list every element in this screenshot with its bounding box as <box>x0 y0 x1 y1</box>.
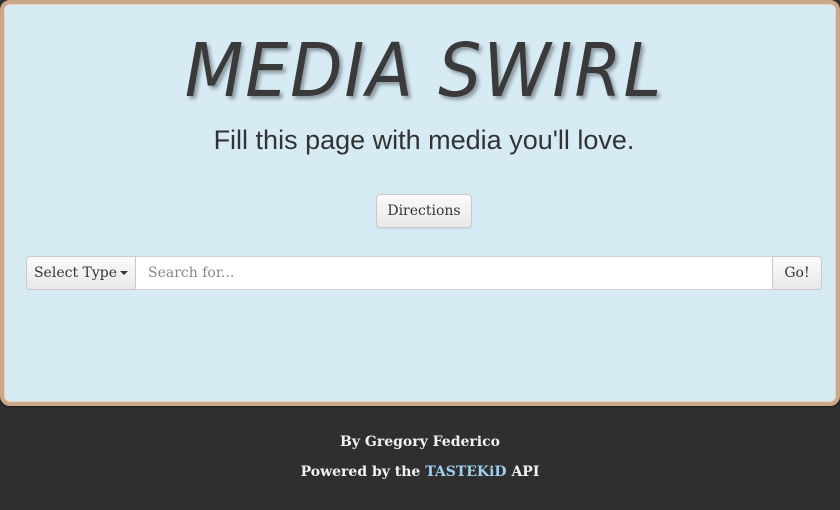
main-panel: MEDIA SWIRL Fill this page with media yo… <box>0 0 840 406</box>
powered-by-prefix: Powered by the <box>300 464 421 480</box>
author-byline: By Gregory Federico <box>340 434 500 450</box>
select-type-dropdown[interactable]: Select Type <box>26 256 136 290</box>
footer: By Gregory Federico Powered by the TASTE… <box>0 406 840 510</box>
go-button[interactable]: Go! <box>772 256 822 290</box>
search-bar: Select Type Go! <box>26 256 822 290</box>
powered-by-suffix: API <box>511 464 540 480</box>
select-type-label: Select Type <box>33 265 118 281</box>
page-subtitle: Fill this page with media you'll love. <box>213 125 635 155</box>
tastekid-link[interactable]: TASTEKiD <box>425 464 506 480</box>
powered-by-line: Powered by the TASTEKiD API <box>0 464 840 480</box>
caret-down-icon <box>120 271 129 275</box>
directions-button[interactable]: Directions <box>376 194 472 228</box>
page-title: MEDIA SWIRL <box>184 28 664 114</box>
search-input[interactable] <box>136 256 772 290</box>
